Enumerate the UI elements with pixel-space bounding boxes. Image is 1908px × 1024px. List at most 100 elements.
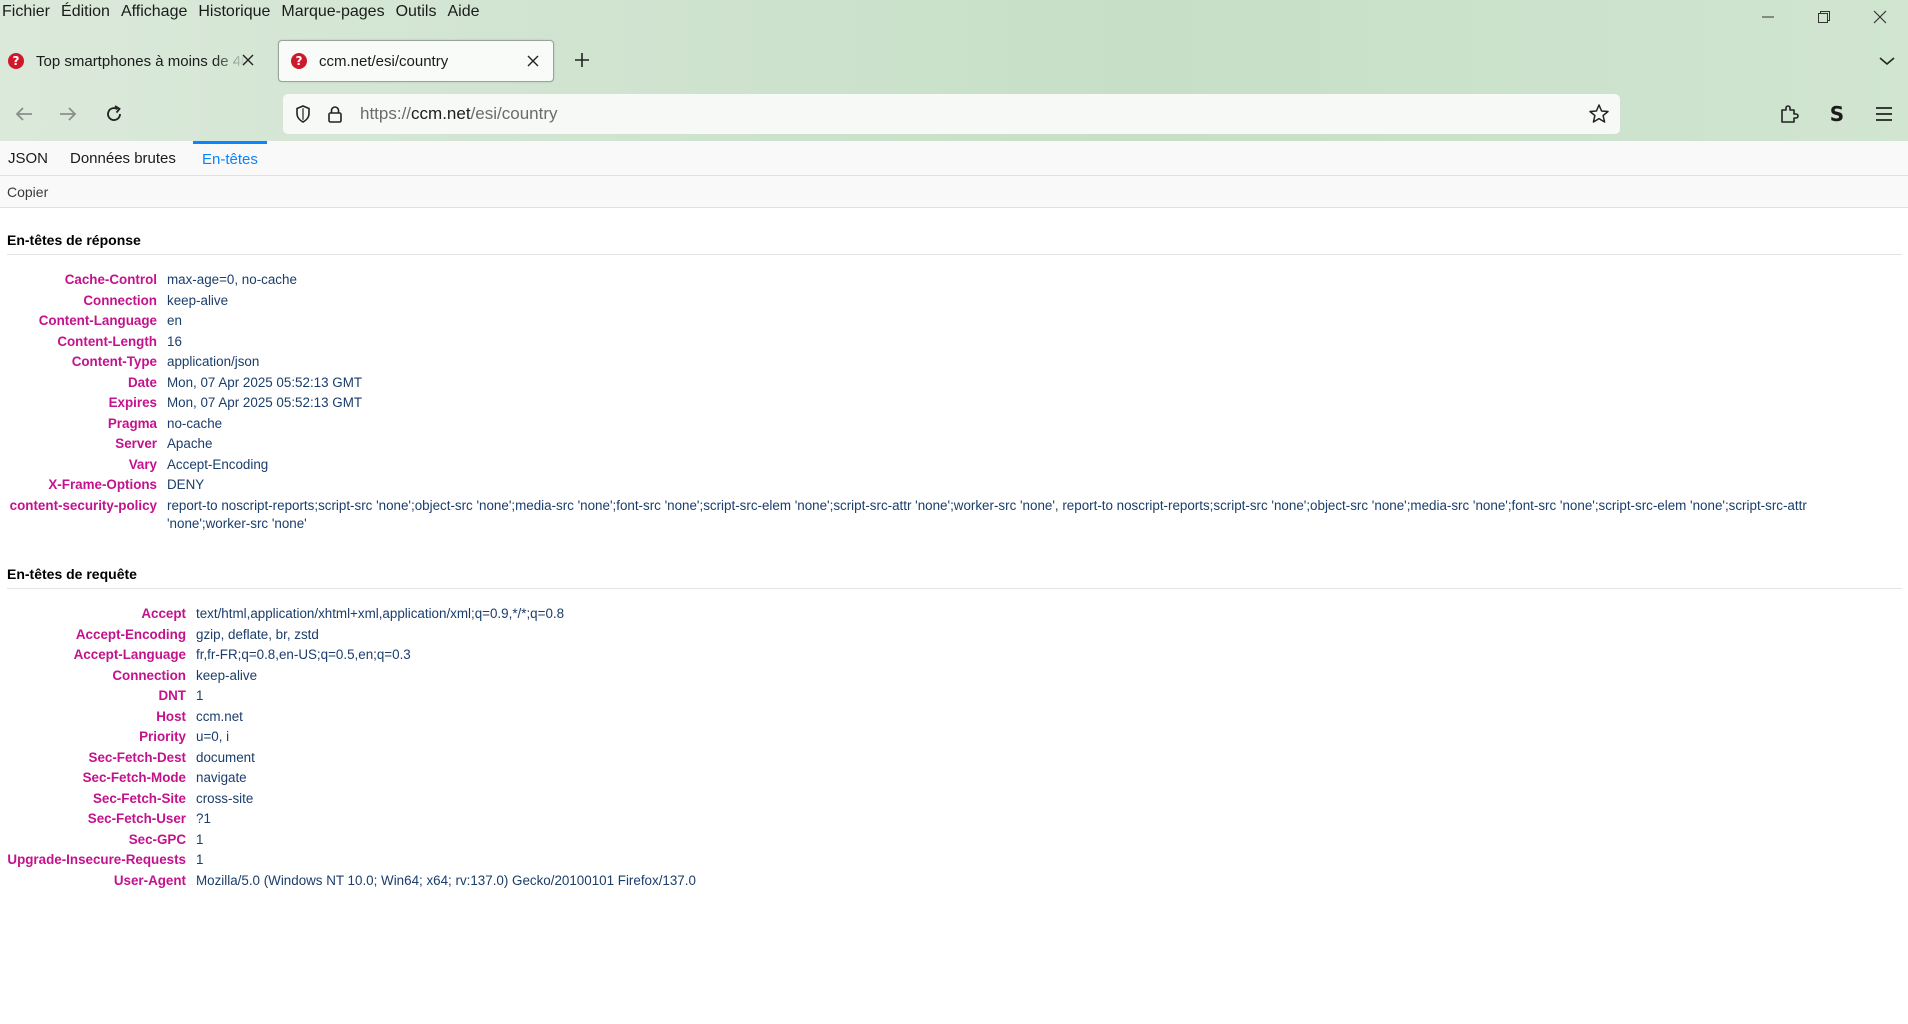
menu-historique[interactable]: Historique xyxy=(196,0,279,24)
url-bar[interactable]: https://ccm.net/esi/country xyxy=(283,94,1620,134)
header-name: Cache-Control xyxy=(64,272,157,287)
header-row: Expires Mon, 07 Apr 2025 05:52:13 GMT xyxy=(0,394,1893,414)
section-divider xyxy=(7,254,1902,255)
header-name: Pragma xyxy=(107,415,157,431)
url-scheme: https:// xyxy=(360,104,412,123)
close-icon xyxy=(242,54,254,66)
section-divider xyxy=(7,588,1902,589)
header-row: Connection keep-alive xyxy=(0,667,1886,687)
header-value: DENY xyxy=(167,477,205,492)
header-value: gzip, deflate, br, zstd xyxy=(196,626,319,642)
header-name: DNT xyxy=(158,688,186,703)
menu-outils[interactable]: Outils xyxy=(394,0,446,24)
header-value: 1 xyxy=(196,831,204,847)
tab-ccm-country[interactable]: ? ccm.net/esi/country xyxy=(278,40,554,82)
extensions-button[interactable] xyxy=(1771,96,1807,132)
tab-strip: ? Top smartphones à moins de 400 € ? ccm… xyxy=(0,36,1908,86)
back-button[interactable] xyxy=(6,96,42,132)
tab-close-button[interactable] xyxy=(523,51,543,71)
header-row: Sec-GPC 1 xyxy=(0,831,1886,851)
header-name: Content-Length xyxy=(57,333,157,349)
header-row: Content-Type application/json xyxy=(0,353,1893,373)
header-row: content-security-policy report-to noscrip… xyxy=(0,497,1893,531)
s-extension-icon[interactable]: S xyxy=(1819,96,1855,132)
restore-icon xyxy=(1818,11,1830,23)
header-row: Sec-Fetch-Dest document xyxy=(0,749,1886,769)
url-host: ccm.net xyxy=(411,104,471,123)
menu-marque-pages[interactable]: Marque-pages xyxy=(279,0,393,24)
menu-aide[interactable]: Aide xyxy=(445,0,488,24)
ccm-favicon-icon: ? xyxy=(291,53,307,69)
header-row: Accept text/html,application/xhtml+xml,ap… xyxy=(0,605,1886,625)
header-value: ?1 xyxy=(196,811,211,826)
header-name: Content-Language xyxy=(38,313,157,328)
app-menu-button[interactable] xyxy=(1866,96,1902,132)
header-row: Priority u=0, i xyxy=(0,728,1886,748)
tab-raw-data[interactable]: Données brutes xyxy=(62,141,184,176)
header-row: DNT 1 xyxy=(0,687,1886,707)
header-value: keep-alive xyxy=(167,292,229,308)
header-name: Sec-Fetch-Site xyxy=(92,790,186,806)
tracking-protection-shield-icon[interactable] xyxy=(291,102,315,126)
tab-top-smartphones[interactable]: ? Top smartphones à moins de 400 € xyxy=(0,40,268,82)
minimize-button[interactable] xyxy=(1740,0,1796,34)
header-row: User-Agent Mozilla/5.0 (Windows NT 10.0; … xyxy=(0,872,1886,892)
reload-button[interactable] xyxy=(96,96,132,132)
browser-chrome: Fichier Édition Affichage Historique Mar… xyxy=(0,0,1908,141)
header-value: Mon, 07 Apr 2025 05:52:13 GMT xyxy=(167,395,363,410)
header-name: content-security-policy xyxy=(9,497,157,513)
url-text[interactable]: https://ccm.net/esi/country xyxy=(360,94,558,134)
header-name: Connection xyxy=(83,292,157,308)
header-row: Pragma no-cache xyxy=(0,415,1893,435)
tab-headers[interactable]: En-têtes xyxy=(193,141,267,176)
header-value: Mon, 07 Apr 2025 05:52:13 GMT xyxy=(167,374,363,390)
header-row: Upgrade-Insecure-Requests 1 xyxy=(0,851,1886,871)
header-value: text/html,application/xhtml+xml,applicat… xyxy=(196,606,565,621)
header-row: Accept-Encoding gzip, deflate, br, zstd xyxy=(0,626,1886,646)
header-name: Sec-Fetch-Dest xyxy=(88,749,186,765)
header-row: Vary Accept-Encoding xyxy=(0,456,1893,476)
menu-edition[interactable]: Édition xyxy=(59,0,119,24)
header-row: Cache-Control max-age=0, no-cache xyxy=(0,271,1893,291)
tab-json[interactable]: JSON xyxy=(0,141,56,176)
bookmark-star-icon[interactable] xyxy=(1587,102,1611,126)
navigation-bar: https://ccm.net/esi/country S xyxy=(0,88,1908,141)
header-row: Server Apache xyxy=(0,435,1893,455)
chevron-down-icon xyxy=(1879,57,1895,66)
arrow-left-icon xyxy=(15,107,32,121)
header-name: Sec-Fetch-Mode xyxy=(82,770,186,785)
header-row: Connection keep-alive xyxy=(0,292,1893,312)
tab-close-button[interactable] xyxy=(238,50,258,70)
forward-button[interactable] xyxy=(50,96,86,132)
minimize-icon xyxy=(1762,16,1774,18)
header-value: no-cache xyxy=(167,415,223,431)
header-value: ccm.net xyxy=(196,708,243,724)
new-tab-button[interactable] xyxy=(570,48,594,72)
json-viewer-tabs: JSON Données brutes En-têtes xyxy=(0,141,1908,176)
header-value: 1 xyxy=(196,688,204,703)
request-headers-title: En-têtes de requête xyxy=(7,566,137,582)
url-path: /esi/country xyxy=(470,104,558,123)
header-row: Sec-Fetch-User ?1 xyxy=(0,810,1886,830)
header-name: Host xyxy=(156,708,186,724)
close-icon xyxy=(527,55,539,67)
close-icon xyxy=(1873,10,1887,24)
copy-button[interactable]: Copier xyxy=(0,176,55,208)
header-name: Connection xyxy=(112,667,186,683)
list-all-tabs-button[interactable] xyxy=(1876,50,1898,72)
header-name: Date xyxy=(127,374,157,390)
header-row: Content-Language en xyxy=(0,312,1893,332)
header-value: Accept-Encoding xyxy=(167,456,269,472)
lock-icon[interactable] xyxy=(323,102,347,126)
hamburger-menu-icon xyxy=(1876,107,1892,121)
header-value: navigate xyxy=(196,770,247,785)
menu-affichage[interactable]: Affichage xyxy=(119,0,196,24)
menu-fichier[interactable]: Fichier xyxy=(0,0,59,24)
header-name: Server xyxy=(115,436,157,451)
close-window-button[interactable] xyxy=(1852,0,1908,34)
header-row: Host ccm.net xyxy=(0,708,1886,728)
restore-button[interactable] xyxy=(1796,0,1852,34)
header-row: Date Mon, 07 Apr 2025 05:52:13 GMT xyxy=(0,374,1893,394)
header-value: Mozilla/5.0 (Windows NT 10.0; Win64; x64… xyxy=(196,872,696,888)
header-name: Accept xyxy=(141,606,186,621)
